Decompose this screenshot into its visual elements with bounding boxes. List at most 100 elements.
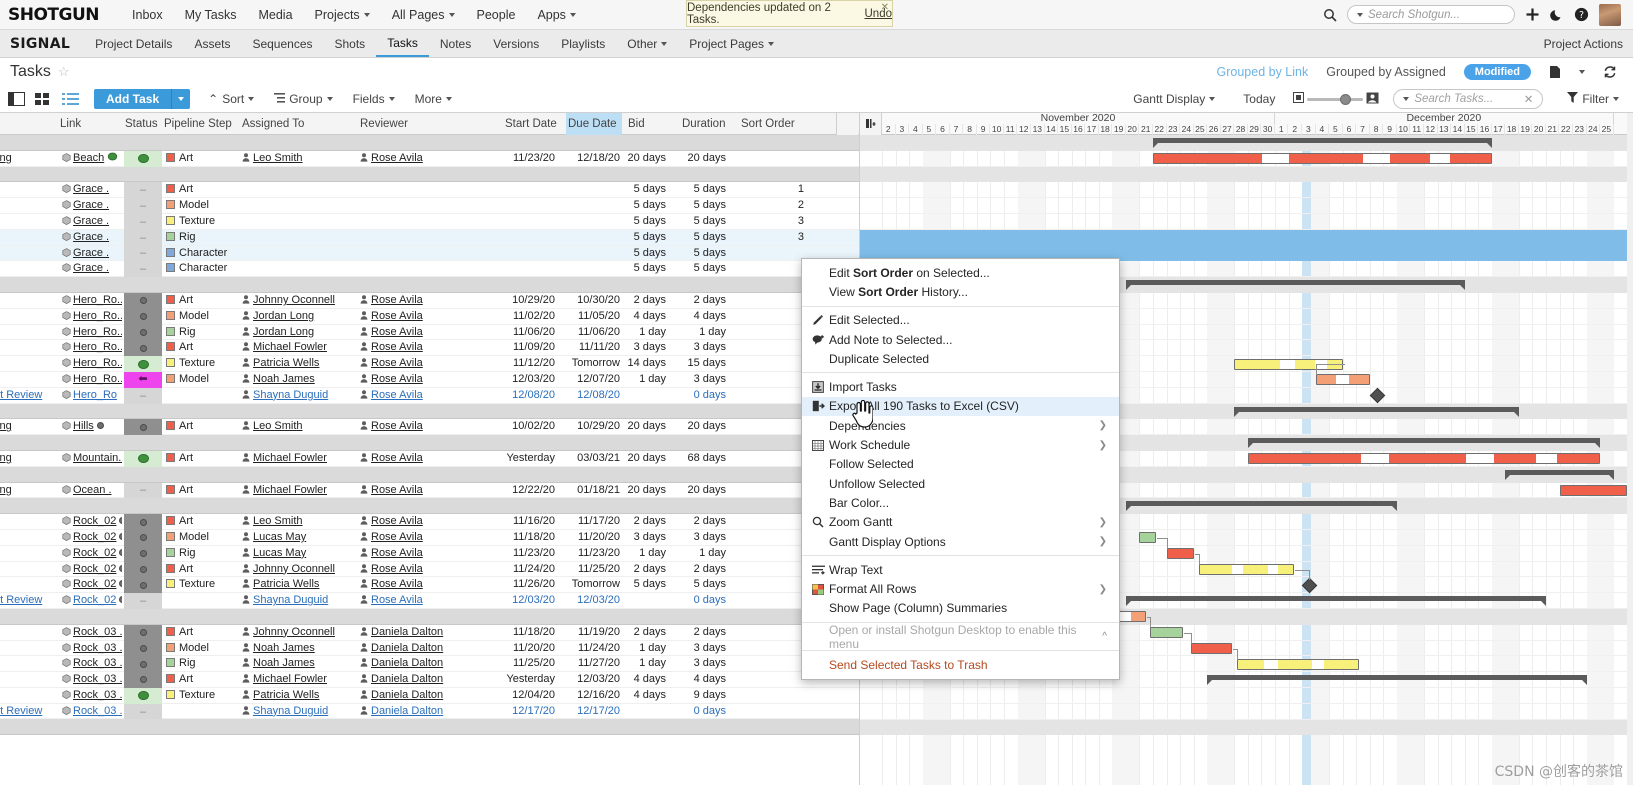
- cell-reviewer[interactable]: Daniela Dalton: [360, 641, 500, 657]
- cell-reviewer[interactable]: Rose Avila: [360, 451, 500, 467]
- column-header-duration[interactable]: Duration: [682, 113, 725, 135]
- table-row[interactable]: ting Mountain... Art Michael Fowler Rose Avi…: [0, 450, 859, 467]
- assignee-label[interactable]: Lucas May: [253, 531, 306, 543]
- cell-assigned-to[interactable]: Shayna Duguid: [242, 388, 354, 404]
- cell-assigned-to[interactable]: Patricia Wells: [242, 688, 354, 704]
- cell-reviewer[interactable]: Rose Avila: [360, 562, 500, 578]
- cell-sort-order[interactable]: [736, 641, 804, 657]
- cell-start-date[interactable]: 12/08/20: [495, 388, 555, 404]
- table-row[interactable]: ting Hills Art Leo Smith Rose Avila 10/02/20…: [0, 419, 859, 436]
- cell-pipeline-step[interactable]: Art: [166, 419, 238, 435]
- grouped-by-link-button[interactable]: Grouped by Link: [1217, 65, 1309, 79]
- cell-status[interactable]: ⬅: [124, 371, 162, 388]
- cell-duration[interactable]: 1 day: [676, 325, 726, 341]
- cell-pipeline-step[interactable]: Rig: [166, 325, 238, 341]
- cell-start-date[interactable]: [495, 261, 555, 277]
- column-header-sort-order[interactable]: Sort Order: [741, 113, 795, 135]
- cell-status[interactable]: [124, 308, 162, 325]
- cell-task-name[interactable]: ting: [0, 451, 54, 467]
- gantt-zoom-slider[interactable]: [1293, 92, 1379, 107]
- cell-bid[interactable]: 5 days: [618, 182, 666, 198]
- assignee-label[interactable]: Jordan Long: [253, 326, 314, 338]
- cell-due-date[interactable]: 11/05/20: [560, 309, 620, 325]
- cell-duration[interactable]: 5 days: [676, 577, 726, 593]
- cell-link[interactable]: Grace .: [62, 182, 122, 198]
- cell-pipeline-step[interactable]: Texture: [166, 577, 238, 593]
- cell-reviewer[interactable]: [360, 261, 500, 277]
- chevron-down-icon[interactable]: [1579, 70, 1585, 74]
- cell-status[interactable]: –: [124, 213, 162, 230]
- cell-status[interactable]: [124, 450, 162, 467]
- reviewer-label[interactable]: Rose Avila: [371, 357, 423, 369]
- reviewer-label[interactable]: Rose Avila: [371, 326, 423, 338]
- cell-duration[interactable]: 3 days: [676, 656, 726, 672]
- cell-duration[interactable]: 0 days: [676, 388, 726, 404]
- nav-apps[interactable]: Apps: [526, 8, 587, 22]
- link-label[interactable]: Grace .: [73, 215, 109, 227]
- cell-duration[interactable]: 0 days: [676, 593, 726, 609]
- cell-due-date[interactable]: 12/16/20: [560, 688, 620, 704]
- nav-media[interactable]: Media: [247, 8, 303, 22]
- cell-reviewer[interactable]: [360, 198, 500, 214]
- cell-bid[interactable]: 1 day: [618, 546, 666, 562]
- help-icon[interactable]: ?: [1574, 7, 1589, 22]
- link-label[interactable]: Grace .: [73, 247, 109, 259]
- cell-assigned-to[interactable]: Shayna Duguid: [242, 593, 354, 609]
- gantt-task-bar[interactable]: [1199, 563, 1294, 575]
- table-row[interactable]: Hero_Ro... Texture Patricia Wells Rose Avil…: [0, 356, 859, 372]
- link-label[interactable]: Ocean .: [73, 484, 112, 496]
- cell-link[interactable]: Grace .: [62, 214, 122, 230]
- cell-bid[interactable]: 1 day: [618, 325, 666, 341]
- cell-assigned-to[interactable]: Leo Smith: [242, 419, 354, 435]
- view-grid-icon[interactable]: [35, 92, 53, 107]
- table-row[interactable]: Hero_Ro... ⬅ Model Noah James Rose Avila 12/0…: [0, 371, 859, 388]
- cell-pipeline-step[interactable]: Art: [166, 151, 238, 167]
- cell-reviewer[interactable]: [360, 214, 500, 230]
- link-label[interactable]: Hero_Ro: [73, 389, 117, 401]
- cell-bid[interactable]: 2 days: [618, 562, 666, 578]
- cell-sort-order[interactable]: [736, 514, 804, 530]
- cell-pipeline-step[interactable]: [166, 704, 238, 720]
- cell-due-date[interactable]: Tomorrow: [560, 577, 620, 593]
- cell-link[interactable]: Grace .: [62, 198, 122, 214]
- table-row[interactable]: Hero_Ro... Art Michael Fowler Rose Avila 11/…: [0, 340, 859, 357]
- cell-start-date[interactable]: 11/18/20: [495, 530, 555, 546]
- cell-link[interactable]: Hero_Ro...: [62, 325, 122, 341]
- table-row[interactable]: nt Review Hero_Ro – Shayna Duguid Rose Avila…: [0, 387, 859, 404]
- cell-pipeline-step[interactable]: Texture: [166, 356, 238, 372]
- cell-status[interactable]: [124, 561, 162, 578]
- cell-duration[interactable]: 5 days: [676, 230, 726, 246]
- cell-status[interactable]: [124, 545, 162, 562]
- cell-assigned-to[interactable]: Johnny Oconnell: [242, 625, 354, 641]
- favorite-star-icon[interactable]: ☆: [58, 64, 70, 80]
- cell-assigned-to[interactable]: Johnny Oconnell: [242, 562, 354, 578]
- cell-reviewer[interactable]: Rose Avila: [360, 483, 500, 499]
- sort-button[interactable]: ⌃ Sort: [198, 92, 264, 106]
- cell-sort-order[interactable]: [736, 246, 804, 262]
- cell-bid[interactable]: 4 days: [618, 688, 666, 704]
- cell-due-date[interactable]: [560, 214, 620, 230]
- cell-start-date[interactable]: 11/09/20: [495, 340, 555, 356]
- assignee-label[interactable]: Michael Fowler: [253, 452, 327, 464]
- cell-assigned-to[interactable]: Michael Fowler: [242, 672, 354, 688]
- assignee-label[interactable]: Noah James: [253, 657, 315, 669]
- tab-sequences[interactable]: Sequences: [241, 30, 323, 57]
- cell-assigned-to[interactable]: [242, 230, 354, 246]
- table-row[interactable]: Hero_Ro... Model Jordan Long Rose Avila 11/0…: [0, 308, 859, 325]
- table-row[interactable]: Rock_02 Rig Lucas May Rose Avila 11/23/20 11…: [0, 545, 859, 562]
- cell-bid[interactable]: 20 days: [618, 483, 666, 499]
- cell-status[interactable]: [124, 640, 162, 657]
- cell-duration[interactable]: 20 days: [676, 419, 726, 435]
- cell-bid[interactable]: 5 days: [618, 246, 666, 262]
- cell-due-date[interactable]: [560, 230, 620, 246]
- cell-task-name[interactable]: ting: [0, 419, 54, 435]
- menu-item-export-all-190-tasks-to-excel-csv[interactable]: Export All 190 Tasks to Excel (CSV): [802, 396, 1119, 417]
- cell-due-date[interactable]: 12/03/20: [560, 672, 620, 688]
- reviewer-label[interactable]: Daniela Dalton: [371, 689, 443, 701]
- cell-pipeline-step[interactable]: Art: [166, 182, 238, 198]
- nav-inbox[interactable]: Inbox: [121, 8, 174, 22]
- cell-link[interactable]: Rock_02: [62, 562, 122, 578]
- nav-projects[interactable]: Projects: [304, 8, 381, 22]
- reviewer-label[interactable]: Rose Avila: [371, 547, 423, 559]
- cell-link[interactable]: Rock_03 ...: [62, 704, 122, 720]
